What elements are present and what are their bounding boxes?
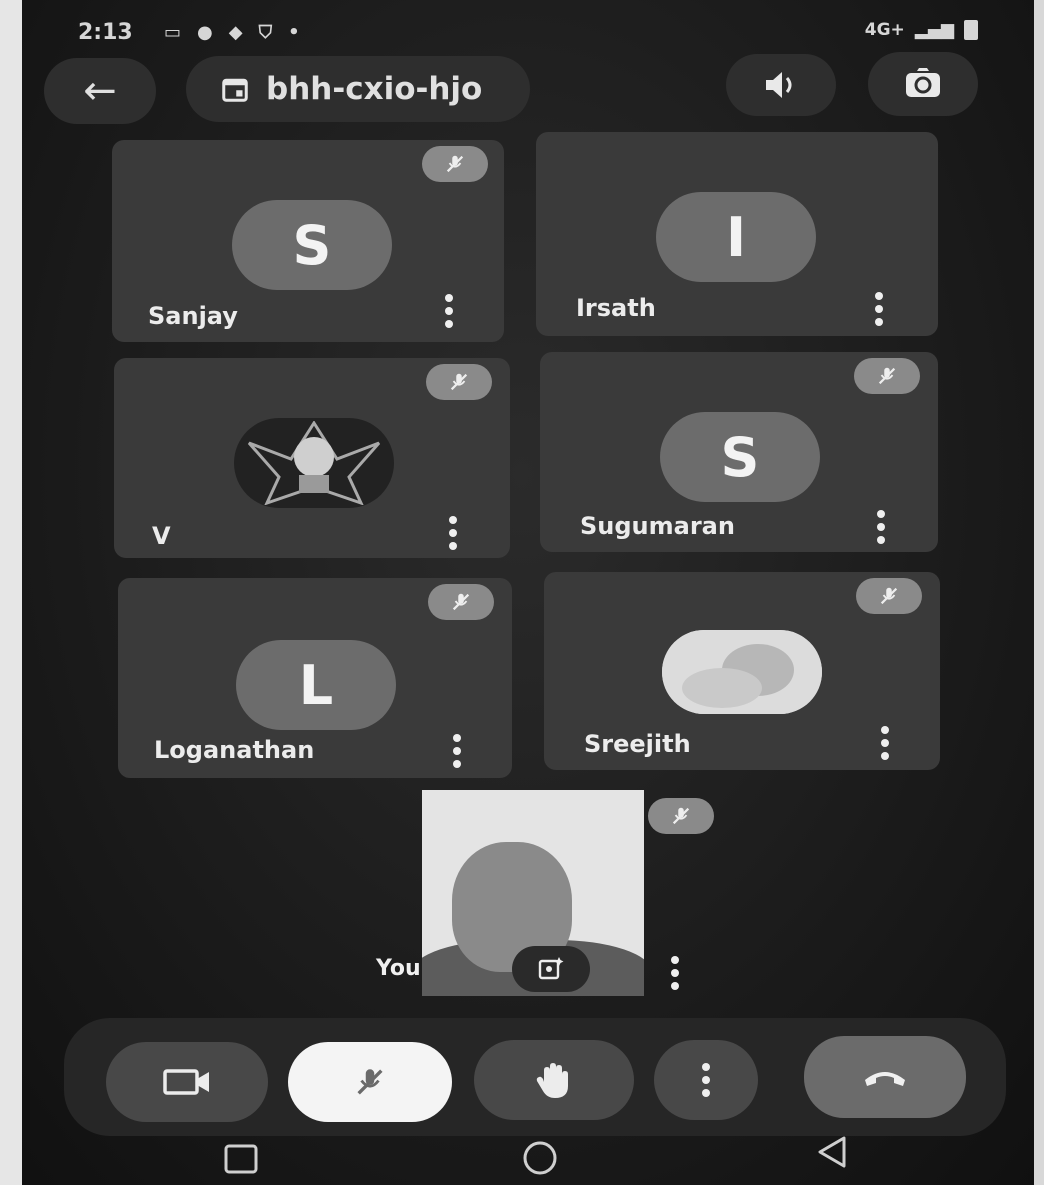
chat-icon: ● bbox=[197, 22, 213, 43]
more-options-button[interactable] bbox=[880, 726, 890, 760]
avatar: S bbox=[660, 412, 820, 502]
profile-photo-image bbox=[662, 630, 822, 714]
more-options-button[interactable] bbox=[874, 292, 884, 326]
participant-name: Sugumaran bbox=[580, 512, 735, 540]
speaker-icon bbox=[766, 72, 792, 98]
avatar-initial: L bbox=[298, 653, 334, 717]
participant-name: Sanjay bbox=[148, 302, 238, 330]
system-navigation-bar bbox=[0, 1136, 1044, 1185]
more-options-button[interactable] bbox=[876, 510, 886, 544]
calendar-icon bbox=[222, 78, 248, 102]
signal-icon: ▂▄▆ bbox=[914, 20, 954, 40]
photo-edge-left bbox=[0, 0, 22, 1185]
audio-output-button[interactable] bbox=[726, 54, 836, 116]
participant-tile[interactable]: S Sanjay bbox=[112, 140, 504, 342]
shield-icon: ⛉ bbox=[258, 22, 273, 43]
status-bar: 2:13 ▭ ● ◆ ⛉ • 4G+ ▂▄▆ bbox=[78, 18, 978, 58]
raise-hand-button[interactable] bbox=[474, 1040, 634, 1120]
cast-icon: ▭ bbox=[164, 22, 182, 43]
more-options-button[interactable] bbox=[444, 294, 454, 328]
video-camera-icon bbox=[163, 1069, 209, 1095]
more-options-button[interactable] bbox=[452, 734, 462, 768]
avatar: S bbox=[232, 200, 392, 290]
participant-name: V bbox=[152, 522, 171, 550]
avatar-initial: S bbox=[720, 425, 760, 489]
muted-badge bbox=[428, 584, 494, 620]
mic-off-icon bbox=[450, 373, 468, 391]
effects-icon bbox=[538, 957, 564, 980]
more-options-button[interactable] bbox=[654, 1040, 758, 1120]
notification-icons: ▭ ● ◆ ⛉ • bbox=[164, 22, 300, 43]
participant-tile[interactable]: S Sugumaran bbox=[540, 352, 938, 552]
arrow-left-icon: ← bbox=[83, 68, 117, 114]
mic-off-icon bbox=[357, 1069, 383, 1095]
vpn-icon: ◆ bbox=[228, 22, 243, 43]
self-view-label: You bbox=[376, 956, 421, 981]
more-options-button[interactable] bbox=[448, 516, 458, 550]
avatar-initial: S bbox=[292, 213, 332, 277]
camera-switch-icon bbox=[906, 68, 940, 97]
battery-icon bbox=[964, 20, 978, 40]
profile-picture bbox=[234, 418, 394, 508]
back-triangle-icon[interactable] bbox=[814, 1132, 854, 1172]
mic-off-icon bbox=[446, 155, 464, 173]
muted-badge bbox=[422, 146, 488, 182]
photo-edge-right bbox=[1034, 0, 1044, 1185]
participant-tile[interactable]: Sreejith bbox=[544, 572, 940, 770]
recent-apps-icon[interactable] bbox=[222, 1138, 262, 1178]
self-more-options-button[interactable] bbox=[670, 956, 680, 990]
mic-off-icon bbox=[880, 587, 898, 605]
participant-name: Sreejith bbox=[584, 730, 691, 758]
effects-button[interactable] bbox=[512, 946, 590, 992]
hang-up-icon bbox=[865, 1072, 905, 1086]
participant-name: Irsath bbox=[576, 294, 656, 322]
raise-hand-icon bbox=[536, 1063, 568, 1098]
participant-tile[interactable]: L Loganathan bbox=[118, 578, 512, 778]
self-muted-badge bbox=[648, 798, 714, 834]
avatar: L bbox=[236, 640, 396, 730]
switch-camera-button[interactable] bbox=[868, 52, 978, 116]
status-time: 2:13 bbox=[78, 20, 133, 45]
portrait-logo-image bbox=[247, 421, 381, 505]
mic-off-icon bbox=[672, 807, 690, 825]
avatar: I bbox=[656, 192, 816, 282]
participant-tile[interactable]: V bbox=[114, 358, 510, 558]
status-right: 4G+ ▂▄▆ bbox=[865, 20, 978, 40]
muted-badge bbox=[856, 578, 922, 614]
meeting-code: bhh-cxio-hjo bbox=[266, 71, 483, 107]
camera-toggle-button[interactable] bbox=[106, 1042, 268, 1122]
network-type: 4G+ bbox=[864, 20, 905, 40]
muted-badge bbox=[426, 364, 492, 400]
microphone-toggle-button[interactable] bbox=[288, 1042, 452, 1122]
home-icon[interactable] bbox=[518, 1138, 562, 1178]
mic-off-icon bbox=[452, 593, 470, 611]
profile-picture bbox=[662, 630, 822, 714]
muted-badge bbox=[854, 358, 920, 394]
end-call-button[interactable] bbox=[804, 1036, 966, 1118]
back-button[interactable]: ← bbox=[44, 58, 156, 124]
more-vert-icon bbox=[701, 1063, 711, 1097]
mic-off-icon bbox=[878, 367, 896, 385]
dot-icon: • bbox=[288, 22, 300, 43]
participant-tile[interactable]: I Irsath bbox=[536, 132, 938, 336]
meeting-info-button[interactable]: bhh-cxio-hjo bbox=[186, 56, 530, 122]
avatar-initial: I bbox=[725, 205, 747, 269]
participant-name: Loganathan bbox=[154, 736, 315, 764]
